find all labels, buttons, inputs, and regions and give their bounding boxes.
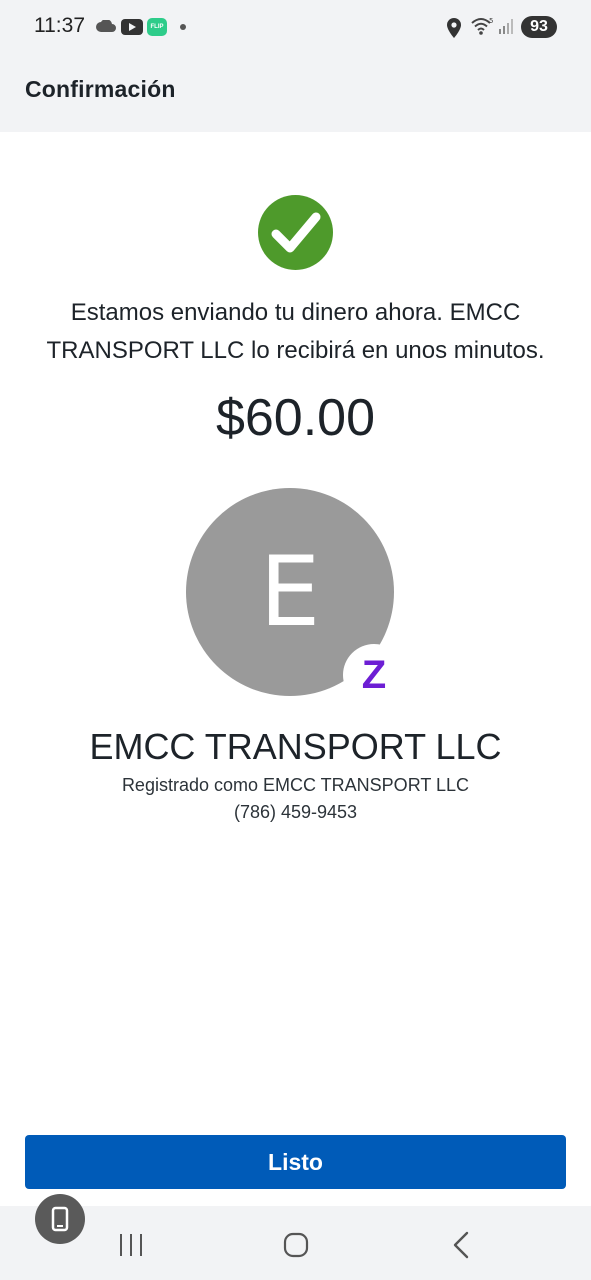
signal-icon bbox=[499, 19, 513, 34]
amount: $60.00 bbox=[215, 389, 376, 447]
location-icon bbox=[447, 18, 461, 38]
recipient-name: EMCC TRANSPORT LLC bbox=[89, 726, 502, 767]
flip-icon: FLIP bbox=[147, 18, 167, 36]
wifi-icon: 5 bbox=[471, 17, 493, 35]
page-title: Confirmación bbox=[25, 76, 176, 102]
zelle-badge-letter: Z bbox=[361, 653, 387, 697]
confirmation-message: Estamos enviando tu dinero ahora. EMCC T… bbox=[46, 299, 545, 364]
status-time: 11:37 bbox=[34, 14, 85, 37]
done-button[interactable]: Listo bbox=[25, 1135, 566, 1189]
back-icon[interactable] bbox=[452, 1231, 470, 1259]
home-icon[interactable] bbox=[283, 1232, 309, 1258]
youtube-icon bbox=[121, 19, 143, 35]
app-bar: Confirmación bbox=[0, 56, 591, 132]
notification-dot-icon bbox=[180, 24, 186, 30]
svg-text:5: 5 bbox=[489, 17, 493, 25]
recipient-phone: (786) 459-9453 bbox=[233, 802, 358, 822]
registered-as-text: Registrado como EMCC TRANSPORT LLC bbox=[121, 775, 470, 795]
check-icon bbox=[258, 195, 333, 270]
status-bar: 11:37 FLIP 5 93 bbox=[0, 0, 591, 56]
recents-icon[interactable] bbox=[117, 1232, 145, 1258]
cloud-icon bbox=[96, 20, 116, 32]
zelle-logo-icon: Z bbox=[343, 644, 405, 706]
phone-icon[interactable] bbox=[35, 1194, 85, 1244]
battery-icon: 93 bbox=[521, 16, 557, 38]
